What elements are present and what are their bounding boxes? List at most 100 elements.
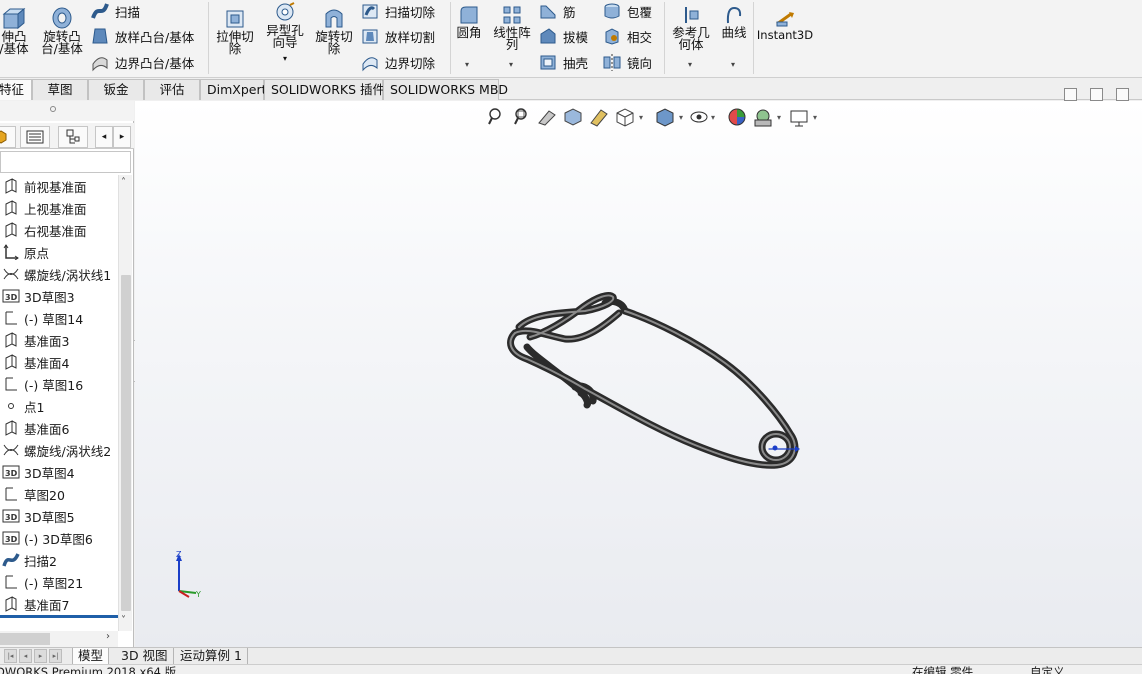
scroll-right-icon[interactable]: › (106, 631, 110, 642)
tree-item[interactable]: 3D 3D草图5 (0, 505, 118, 527)
ref-geometry-dropdown-icon[interactable]: ▾ (688, 60, 692, 69)
tab-sketch[interactable]: 草图 (32, 79, 88, 100)
tree-item-label: (-) 草图21 (24, 575, 84, 591)
property-manager-tab[interactable] (20, 126, 50, 148)
svg-text:3D: 3D (5, 469, 18, 478)
extrude-cut-icon (226, 10, 244, 28)
linear-pattern-icon (503, 6, 521, 24)
tree-item[interactable]: 上视基准面 (0, 197, 118, 219)
tree-item[interactable]: 基准面6 (0, 417, 118, 439)
intersect-icon (605, 28, 619, 45)
tree-scroll-thumb[interactable] (121, 275, 131, 611)
configuration-manager-tab[interactable] (58, 126, 88, 148)
tree-item[interactable]: 草图20 (0, 483, 118, 505)
tree-item[interactable]: 前视基准面 (0, 175, 118, 197)
tree-item-label: 右视基准面 (24, 223, 87, 239)
panel-tab-scroll-right[interactable]: ▸ (113, 126, 131, 148)
tree-item[interactable]: 原点 (0, 241, 118, 263)
lofted-cut-button[interactable]: 放样切割 (360, 25, 435, 47)
tree-vertical-scrollbar[interactable]: ˄ ˅ (118, 175, 132, 631)
intersect-button[interactable]: 相交 (602, 25, 652, 47)
tab-features[interactable]: 特征 (0, 79, 32, 100)
extrude-boss-button[interactable]: 伸凸 /基体 (0, 6, 34, 55)
tree-item[interactable]: 螺旋线/涡状线1 (0, 263, 118, 285)
pattern-dropdown-icon[interactable]: ▾ (509, 60, 513, 69)
tree-item[interactable]: (-) 草图21 (0, 571, 118, 593)
tree-item[interactable]: 3D 3D草图4 (0, 461, 118, 483)
hole-wizard-button[interactable]: 异型孔 向导 ▾ (261, 2, 309, 65)
curves-button[interactable]: 曲线 (716, 4, 752, 39)
plane-icon (0, 419, 22, 437)
tab-solidworks-addins[interactable]: SOLIDWORKS 插件 (264, 79, 385, 100)
wire-clip-model[interactable] (135, 101, 1142, 647)
tree-item[interactable]: 3D (-) 3D草图6 (0, 527, 118, 549)
curves-dropdown-icon[interactable]: ▾ (731, 60, 735, 69)
configuration-manager-icon (66, 129, 80, 144)
viewport-tile-button[interactable] (1064, 88, 1077, 101)
sweep-button[interactable]: 扫描 (90, 0, 140, 22)
rib-button[interactable]: 筋 (538, 0, 576, 22)
tree-item-label: 基准面4 (24, 355, 70, 371)
tab-3d-views[interactable]: 3D 视图 (116, 648, 174, 664)
tree-filter-input[interactable] (0, 151, 131, 173)
extrude-cut-button[interactable]: 拉伸切 除 (213, 8, 257, 55)
tree-horizontal-scrollbar[interactable]: › (0, 631, 118, 647)
tree-item[interactable]: 基准面7 (0, 593, 118, 615)
tree-item[interactable]: 3D 3D草图3 (0, 285, 118, 307)
tree-item-label: 螺旋线/涡状线1 (24, 267, 112, 283)
revolve-cut-button[interactable]: 旋转切 除 (311, 8, 357, 55)
wrap-button[interactable]: 包覆 (602, 0, 652, 22)
feature-manager-tab[interactable] (0, 126, 16, 148)
tab-nav-prev-button[interactable]: ◂ (19, 649, 32, 663)
swept-cut-button[interactable]: 扫描切除 (360, 0, 435, 22)
loft-boss-button[interactable]: 放样凸台/基体 (90, 25, 194, 47)
scroll-down-icon[interactable]: ˅ (121, 615, 126, 626)
tab-evaluate[interactable]: 评估 (144, 79, 200, 100)
tab-nav-next-button[interactable]: ▸ (34, 649, 47, 663)
tree-item[interactable]: 基准面4 (0, 351, 118, 373)
tree-item-label: 3D草图4 (24, 465, 75, 481)
ribbon-separator (208, 2, 209, 74)
panel-grip-icon[interactable] (50, 106, 56, 112)
rib-icon (540, 5, 556, 19)
fillet-dropdown-icon[interactable]: ▾ (465, 60, 469, 69)
tab-motion-study[interactable]: 运动算例 1 (175, 648, 248, 664)
tab-solidworks-mbd[interactable]: SOLIDWORKS MBD (383, 79, 508, 100)
instant3d-button[interactable]: Instant3D (757, 10, 813, 41)
viewport-maximize-button[interactable] (1090, 88, 1103, 101)
graphics-area[interactable]: ▾ ▾ ▾ ▾ ▾ Z Y (135, 101, 1142, 647)
plane-icon (0, 353, 22, 371)
revolve-boss-button[interactable]: 旋转凸 台/基体 (40, 6, 84, 55)
viewport-close-button[interactable] (1116, 88, 1129, 101)
reference-geometry-button[interactable]: 参考几 何体 (668, 4, 714, 51)
feature-tree: 前视基准面 上视基准面右视基准面原点螺旋线/涡状线1 3D 3D草图3 (-) 草图14… (0, 175, 118, 623)
hole-wizard-dropdown-icon[interactable]: ▾ (283, 53, 287, 65)
tab-sheet-metal[interactable]: 钣金 (88, 79, 144, 100)
tree-item[interactable]: (-) 草图14 (0, 307, 118, 329)
tree-item[interactable]: 右视基准面 (0, 219, 118, 241)
tree-item[interactable]: (-) 草图16 (0, 373, 118, 395)
tab-dimxpert[interactable]: DimXpert (200, 79, 267, 100)
tree-item[interactable]: 扫描2 (0, 549, 118, 571)
boundary-cut-button[interactable]: 边界切除 (360, 51, 435, 73)
scroll-up-icon[interactable]: ˄ (121, 177, 126, 188)
tab-nav-first-button[interactable]: |◂ (4, 649, 17, 663)
command-manager-ribbon: 伸凸 /基体 旋转凸 台/基体 扫描 放样凸台/基体 边界凸台/基体 拉伸切 除… (0, 0, 1142, 78)
ribbon-separator (450, 2, 451, 74)
plane-icon (0, 221, 22, 239)
fillet-button[interactable]: 圆角 (452, 4, 486, 39)
tree-item[interactable]: 基准面3 (0, 329, 118, 351)
tree-item[interactable]: 点1 (0, 395, 118, 417)
draft-button[interactable]: 拔模 (538, 25, 588, 47)
tree-item[interactable]: 螺旋线/涡状线2 (0, 439, 118, 461)
mirror-button[interactable]: 镜向 (602, 51, 652, 73)
status-units-dropdown[interactable]: 自定义 (1030, 666, 1065, 674)
tab-nav-last-button[interactable]: ▸| (49, 649, 62, 663)
tab-model[interactable]: 模型 (72, 648, 110, 664)
panel-tab-scroll-left[interactable]: ◂ (95, 126, 113, 148)
panel-tabs: ◂ ▸ (0, 123, 134, 149)
linear-pattern-button[interactable]: 线性阵 列 (489, 4, 535, 51)
tree-hscroll-thumb[interactable] (0, 633, 50, 645)
boundary-boss-button[interactable]: 边界凸台/基体 (90, 51, 194, 73)
shell-button[interactable]: 抽壳 (538, 51, 588, 73)
